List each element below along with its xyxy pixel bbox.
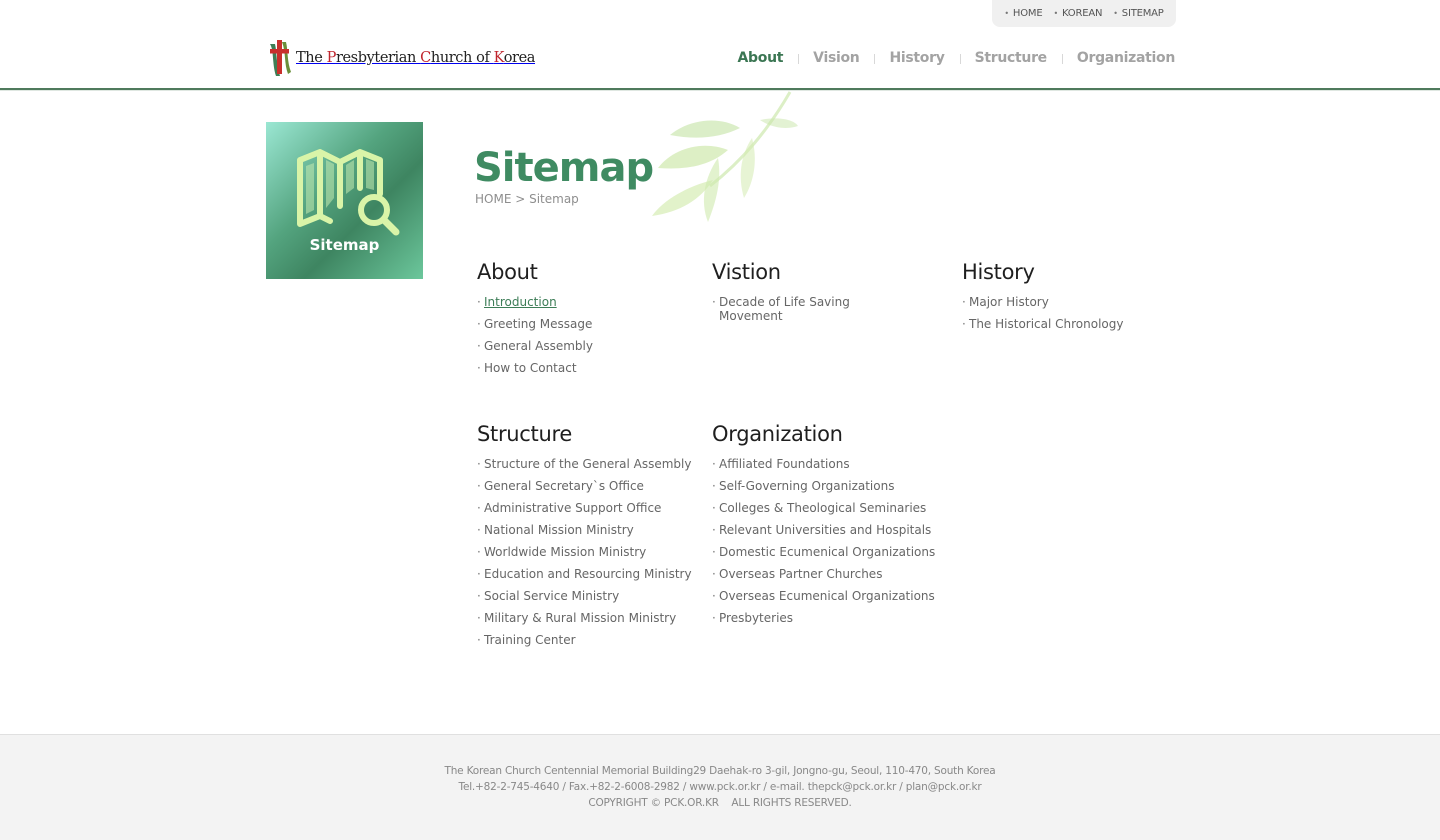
link-overseas-ecumenical[interactable]: Overseas Ecumenical Organizations — [719, 589, 935, 603]
list-item: General Secretary`s Office — [477, 479, 702, 493]
group-list-history: Major History The Historical Chronology — [962, 295, 1162, 331]
link-how-to-contact[interactable]: How to Contact — [484, 361, 577, 375]
main-nav: About Vision History Structure Organizat… — [723, 50, 1176, 66]
link-decade-of-life-saving[interactable]: Decade of Life Saving Movement — [719, 295, 850, 323]
link-training-center[interactable]: Training Center — [484, 633, 576, 647]
list-item: Education and Resourcing Ministry — [477, 567, 702, 581]
site-footer: The Korean Church Centennial Memorial Bu… — [0, 734, 1440, 840]
link-worldwide-mission[interactable]: Worldwide Mission Ministry — [484, 545, 646, 559]
list-item: Colleges & Theological Seminaries — [712, 501, 947, 515]
link-education-resourcing[interactable]: Education and Resourcing Ministry — [484, 567, 692, 581]
sitemap-group-organization: Organization Affiliated Foundations Self… — [712, 421, 947, 633]
group-title-organization: Organization — [712, 422, 843, 446]
site-header: HOME KOREAN SITEMAP The Presbyterian Chu… — [0, 0, 1440, 91]
link-universities-hospitals[interactable]: Relevant Universities and Hospitals — [719, 523, 931, 537]
side-banner-label: Sitemap — [309, 236, 380, 254]
list-item: Introduction — [477, 295, 697, 309]
footer-contact: Tel.+82-2-745-4640 / Fax.+82-2-6008-2982… — [458, 781, 982, 793]
link-overseas-partner[interactable]: Overseas Partner Churches — [719, 567, 882, 581]
footer-address: The Korean Church Centennial Memorial Bu… — [444, 765, 996, 777]
link-historical-chronology[interactable]: The Historical Chronology — [969, 317, 1124, 331]
list-item: How to Contact — [477, 361, 697, 375]
list-item: General Assembly — [477, 339, 697, 353]
list-item: Decade of Life Saving Movement — [712, 295, 862, 323]
list-item: The Historical Chronology — [962, 317, 1162, 331]
link-general-secretary-office[interactable]: General Secretary`s Office — [484, 479, 644, 493]
list-item: Overseas Partner Churches — [712, 567, 947, 581]
group-list-structure: Structure of the General Assembly Genera… — [477, 457, 702, 647]
link-administrative-support[interactable]: Administrative Support Office — [484, 501, 661, 515]
site-logo[interactable]: The Presbyterian Church of Korea — [266, 38, 535, 78]
list-item: Self-Governing Organizations — [712, 479, 947, 493]
link-colleges-seminaries[interactable]: Colleges & Theological Seminaries — [719, 501, 926, 515]
list-item: Greeting Message — [477, 317, 697, 331]
list-item: Affiliated Foundations — [712, 457, 947, 471]
link-self-governing[interactable]: Self-Governing Organizations — [719, 479, 894, 493]
group-title-vision: Vistion — [712, 260, 781, 284]
util-link-home[interactable]: HOME — [1004, 8, 1043, 19]
link-introduction[interactable]: Introduction — [484, 295, 557, 309]
utility-links: HOME KOREAN SITEMAP — [992, 0, 1176, 27]
util-link-korean[interactable]: KOREAN — [1053, 8, 1102, 19]
link-presbyteries[interactable]: Presbyteries — [719, 611, 793, 625]
list-item: Overseas Ecumenical Organizations — [712, 589, 947, 603]
list-item: Major History — [962, 295, 1162, 309]
list-item: Structure of the General Assembly — [477, 457, 702, 471]
logo-wordmark: The Presbyterian Church of Korea — [296, 50, 536, 66]
list-item: Training Center — [477, 633, 702, 647]
link-greeting-message[interactable]: Greeting Message — [484, 317, 592, 331]
link-general-assembly[interactable]: General Assembly — [484, 339, 593, 353]
nav-item-organization[interactable]: Organization — [1061, 50, 1175, 66]
sitemap-group-vision: Vistion Decade of Life Saving Movement — [712, 259, 862, 331]
group-list-organization: Affiliated Foundations Self-Governing Or… — [712, 457, 947, 625]
sitemap-group-about: About Introduction Greeting Message Gene… — [477, 259, 697, 383]
link-military-rural-mission[interactable]: Military & Rural Mission Ministry — [484, 611, 676, 625]
list-item: National Mission Ministry — [477, 523, 702, 537]
list-item: Social Service Ministry — [477, 589, 702, 603]
leaf-decoration-icon — [652, 91, 798, 222]
group-list-about: Introduction Greeting Message General As… — [477, 295, 697, 375]
group-title-about: About — [477, 260, 538, 284]
sitemap-group-history: History Major History The Historical Chr… — [962, 259, 1162, 339]
side-section-banner: Sitemap — [266, 122, 423, 279]
nav-item-history[interactable]: History — [874, 50, 959, 66]
link-structure-general-assembly[interactable]: Structure of the General Assembly — [484, 457, 691, 471]
cross-logo-icon — [266, 38, 292, 78]
nav-item-vision[interactable]: Vision — [798, 50, 874, 66]
util-link-sitemap[interactable]: SITEMAP — [1113, 8, 1164, 19]
group-title-structure: Structure — [477, 422, 572, 446]
breadcrumb: HOME > Sitemap — [475, 192, 579, 206]
footer-copyright: COPYRIGHT © PCK.OR.KR ALL RIGHTS RESERVE… — [588, 797, 852, 809]
link-affiliated-foundations[interactable]: Affiliated Foundations — [719, 457, 850, 471]
group-list-vision: Decade of Life Saving Movement — [712, 295, 862, 323]
link-domestic-ecumenical[interactable]: Domestic Ecumenical Organizations — [719, 545, 935, 559]
page-title: Sitemap — [474, 145, 654, 191]
map-search-icon — [297, 149, 400, 236]
list-item: Presbyteries — [712, 611, 947, 625]
list-item: Domestic Ecumenical Organizations — [712, 545, 947, 559]
nav-item-structure[interactable]: Structure — [959, 50, 1062, 66]
nav-item-about[interactable]: About — [723, 50, 799, 66]
list-item: Military & Rural Mission Ministry — [477, 611, 702, 625]
link-social-service[interactable]: Social Service Ministry — [484, 589, 619, 603]
list-item: Administrative Support Office — [477, 501, 702, 515]
list-item: Worldwide Mission Ministry — [477, 545, 702, 559]
list-item: Relevant Universities and Hospitals — [712, 523, 947, 537]
group-title-history: History — [962, 260, 1035, 284]
link-major-history[interactable]: Major History — [969, 295, 1049, 309]
link-national-mission[interactable]: National Mission Ministry — [484, 523, 634, 537]
sitemap-group-structure: Structure Structure of the General Assem… — [477, 421, 702, 655]
